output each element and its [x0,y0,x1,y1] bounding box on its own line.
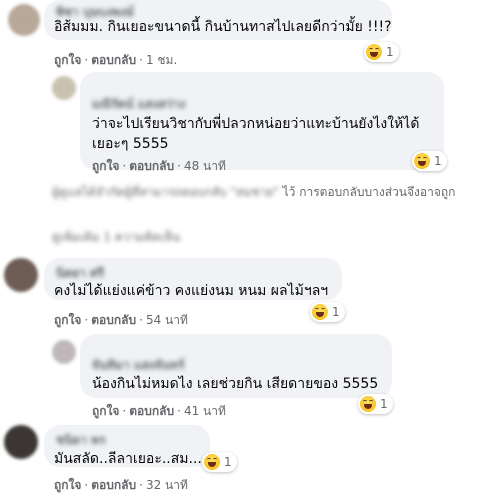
reaction-count: 1 [386,45,394,59]
reaction-summary[interactable]: 1 [202,452,237,472]
timestamp[interactable]: 32 นาที [146,477,188,493]
comment-text: น้องกินไม่หมดไง เลยช่วยกิน เสียดายของ 55… [92,376,379,392]
avatar[interactable] [4,258,38,292]
separator: · [84,478,89,492]
haha-emoji-icon [312,304,328,320]
comment-author[interactable]: ชนิดา พร [56,431,105,450]
timestamp[interactable]: 48 นาที [184,158,226,174]
avatar[interactable] [52,76,76,100]
comment-thread: พิชา บุษบงพงษ์ อิส้มมม. กินเยอะขนาดนี้ ก… [0,0,484,496]
reply-link[interactable]: ตอบกลับ [91,52,136,68]
reply-link[interactable]: ตอบกลับ [129,158,174,174]
timestamp[interactable]: 41 นาที [184,403,226,419]
reply-link[interactable]: ตอบกลับ [91,477,136,493]
timestamp[interactable]: 1 ชม. [146,52,177,68]
comment-actions: ถูกใจ · ตอบกลับ · 32 นาที [54,477,188,493]
reaction-count: 1 [380,397,388,411]
separator: · [139,478,143,492]
comment-actions: ถูกใจ · ตอบกลับ · 41 นาที [92,403,226,419]
comment-actions: ถูกใจ · ตอบกลับ · 54 นาที [54,312,188,328]
reaction-summary[interactable]: 1 [364,42,399,62]
restriction-prefix: ผู้ดูแลได้จำกัดผู้ที่สามารถตอบกลับ [52,185,227,199]
haha-emoji-icon [366,44,382,60]
separator: · [84,313,89,327]
comment-actions: ถูกใจ · ตอบกลับ · 48 นาที [92,158,226,174]
separator: · [84,53,89,67]
avatar[interactable] [52,340,76,364]
view-more-replies[interactable]: ดูเพิ่มเติม 1 ความคิดเห็น [52,228,180,247]
like-link[interactable]: ถูกใจ [92,158,119,174]
haha-emoji-icon [414,153,430,169]
comment-text: ว่าจะไปเรียนวิชากับพี่ปลวกหน่อยว่าแทะบ้า… [92,114,419,154]
restriction-text: ไว้ การตอบกลับบางส่วนจึงอาจถูก [282,185,456,199]
haha-emoji-icon [204,454,220,470]
reaction-summary[interactable]: 1 [412,151,447,171]
separator: · [177,404,181,418]
restriction-name: "สมชาย" [230,185,279,199]
reply-link[interactable]: ตอบกลับ [91,312,136,328]
reply-link[interactable]: ตอบกลับ [129,403,174,419]
comment-actions: ถูกใจ · ตอบกลับ · 1 ชม. [54,52,177,68]
comment-text-line: ว่าจะไปเรียนวิชากับพี่ปลวกหน่อยว่าแทะบ้า… [92,116,420,132]
reaction-count: 1 [332,305,340,319]
separator: · [122,159,127,173]
comment-author[interactable]: จันทิมา แสงจันทร์ [92,356,184,375]
like-link[interactable]: ถูกใจ [92,403,119,419]
avatar[interactable] [8,4,40,36]
separator: · [177,159,181,173]
reaction-count: 1 [434,154,442,168]
comment-text: อิส้มมม. กินเยอะขนาดนี้ กินบ้านทาสไปเลยด… [54,19,392,35]
reaction-summary[interactable]: 1 [358,394,393,414]
reaction-count: 1 [224,455,232,469]
like-link[interactable]: ถูกใจ [54,312,81,328]
comment-text-line: เยอะๆ 5555 [92,136,169,152]
comment-text: มันสลัด..ลีลาเยอะ..สม.... [54,451,207,467]
haha-emoji-icon [360,396,376,412]
comment-author[interactable]: มณีรัตน์ แสงสว่าง [92,95,185,114]
separator: · [122,404,127,418]
like-link[interactable]: ถูกใจ [54,52,81,68]
like-link[interactable]: ถูกใจ [54,477,81,493]
separator: · [139,53,143,67]
reaction-summary[interactable]: 1 [310,302,345,322]
separator: · [139,313,143,327]
reply-restriction-notice: ผู้ดูแลได้จำกัดผู้ที่สามารถตอบกลับ "สมชา… [52,183,455,202]
view-more-label[interactable]: ดูเพิ่มเติม 1 ความคิดเห็น [52,228,180,247]
timestamp[interactable]: 54 นาที [146,312,188,328]
avatar[interactable] [4,425,38,459]
comment-text: คงไม่ได้แย่งแค่ข้าว คงแย่งนม หนม ผลไม้ฯล… [54,283,329,299]
